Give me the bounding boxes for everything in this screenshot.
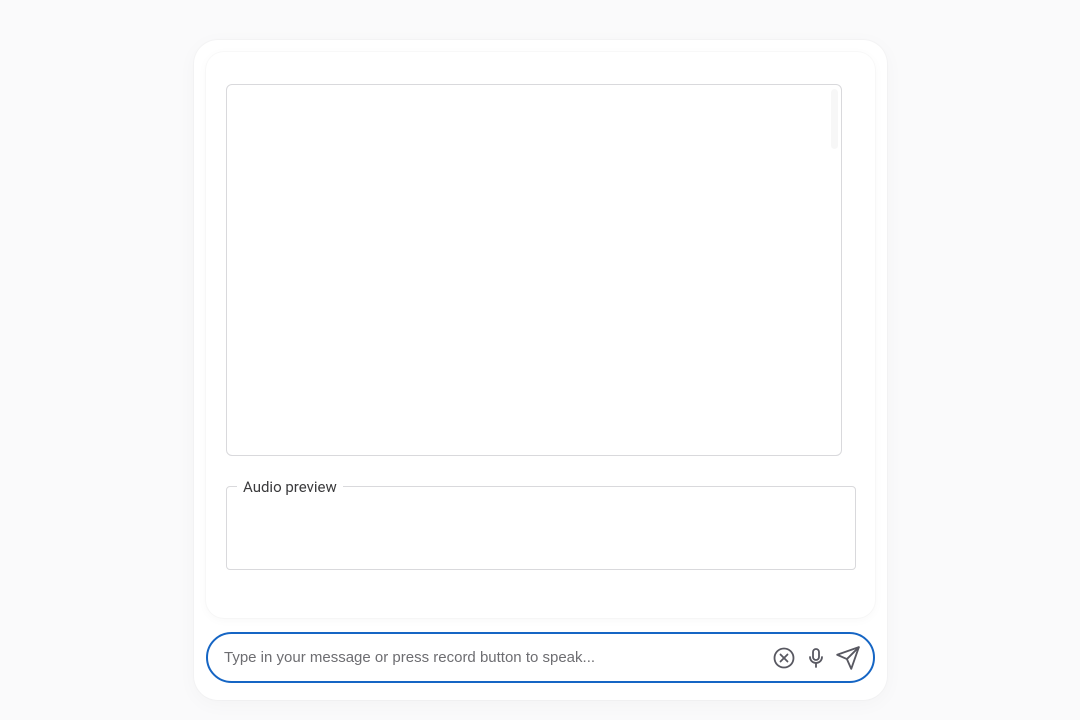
content-panel: Audio preview	[206, 52, 875, 618]
send-icon[interactable]	[833, 643, 863, 673]
scrollbar-thumb[interactable]	[831, 89, 838, 149]
microphone-icon[interactable]	[801, 643, 831, 673]
audio-preview-box: Audio preview	[226, 486, 856, 570]
message-area[interactable]	[226, 84, 842, 456]
chat-widget: Audio preview	[194, 40, 887, 700]
message-input[interactable]	[222, 641, 767, 674]
close-icon[interactable]	[769, 643, 799, 673]
audio-preview-label: Audio preview	[237, 477, 343, 497]
composer	[206, 632, 875, 683]
